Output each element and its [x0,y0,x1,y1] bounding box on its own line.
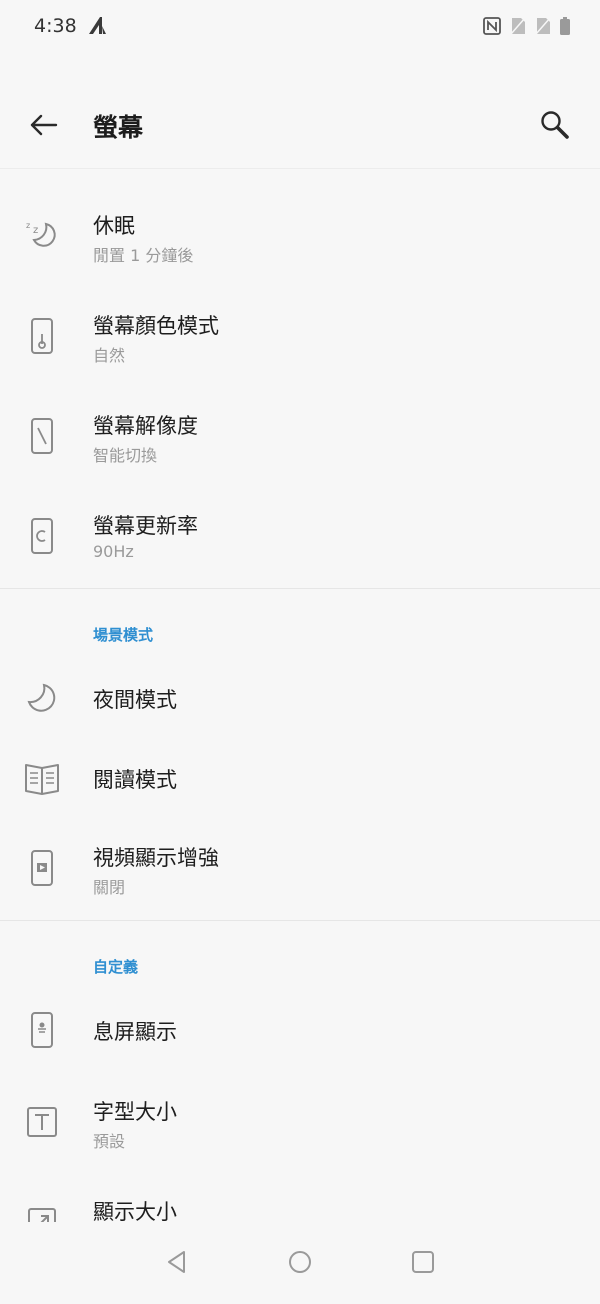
color-mode-setting[interactable]: 螢幕顏色模式 自然 [0,290,600,382]
ambient-display-icon [22,1010,62,1050]
nfc-icon [483,17,501,35]
svg-text:z: z [33,225,38,236]
section-divider [0,920,600,921]
refresh-rate-subtitle: 90Hz [93,542,134,561]
app-bar-divider [0,168,600,169]
custom-section-header: 自定義 [93,958,139,976]
sleep-moon-icon: z z [22,214,62,254]
resolution-title: 螢幕解像度 [93,414,198,438]
status-bar: 4:38 [0,0,600,56]
svg-text:z: z [26,221,30,230]
color-mode-subtitle: 自然 [93,346,126,365]
nav-recents-button[interactable] [401,1240,445,1284]
font-size-setting[interactable]: 字型大小 預設 [0,1076,600,1168]
search-icon [541,111,569,139]
font-size-subtitle: 預設 [93,1132,126,1151]
back-button[interactable] [22,104,64,146]
video-enhance-title: 視頻顯示增強 [93,846,219,870]
sleep-setting[interactable]: z z 休眠 閒置 1 分鐘後 [0,190,600,282]
night-mode-setting[interactable]: 夜間模式 [0,660,600,736]
ambient-display-setting[interactable]: 息屏顯示 [0,992,600,1068]
reading-mode-title: 閱讀模式 [93,768,177,792]
display-size-setting[interactable]: 顯示大小 [0,1176,600,1222]
nav-recents-icon [412,1251,434,1273]
nav-back-button[interactable] [155,1240,199,1284]
nav-home-button[interactable] [278,1240,322,1284]
color-mode-icon [22,316,62,356]
reading-mode-setting[interactable]: 閱讀模式 [0,740,600,816]
font-size-icon [22,1102,62,1142]
sleep-title: 休眠 [93,214,135,238]
screen: 4:38 螢幕 z z 休眠 閒置 1 分鐘後 螢幕顏色模式 自然 螢幕解像度 … [0,0,600,1304]
status-icons [483,17,570,35]
video-enhance-subtitle: 關閉 [93,878,126,897]
refresh-rate-title: 螢幕更新率 [93,514,198,538]
no-signal-icon [535,17,551,35]
color-mode-title: 螢幕顏色模式 [93,314,219,338]
nav-back-icon [168,1251,185,1273]
scene-section-header: 場景模式 [93,626,154,644]
resolution-setting[interactable]: 螢幕解像度 智能切換 [0,390,600,482]
status-time: 4:38 [34,15,77,37]
no-sim-icon [510,17,526,35]
sleep-subtitle: 閒置 1 分鐘後 [93,246,194,265]
refresh-rate-icon [22,516,62,556]
book-icon [22,758,62,798]
display-size-icon [22,1202,62,1222]
battery-icon [560,17,570,35]
section-divider [0,588,600,589]
resolution-subtitle: 智能切換 [93,446,158,465]
settings-list[interactable]: z z 休眠 閒置 1 分鐘後 螢幕顏色模式 自然 螢幕解像度 智能切換 螢幕更… [0,178,600,1222]
navigation-bar [0,1222,600,1304]
resolution-icon [22,416,62,456]
refresh-rate-setting[interactable]: 螢幕更新率 90Hz [0,490,600,582]
video-enhance-setting[interactable]: 視頻顯示增強 關閉 [0,822,600,914]
search-button[interactable] [534,104,576,146]
video-enhance-icon [22,848,62,888]
page-title: 螢幕 [93,113,144,142]
arrow-left-icon [30,114,58,136]
night-mode-title: 夜間模式 [93,688,177,712]
carrier-logo-icon [89,17,106,34]
moon-icon [22,678,62,718]
app-bar: 螢幕 [0,88,600,160]
ambient-display-title: 息屏顯示 [93,1020,177,1044]
font-size-title: 字型大小 [93,1100,177,1124]
nav-home-icon [289,1251,311,1273]
display-size-title: 顯示大小 [93,1200,177,1222]
